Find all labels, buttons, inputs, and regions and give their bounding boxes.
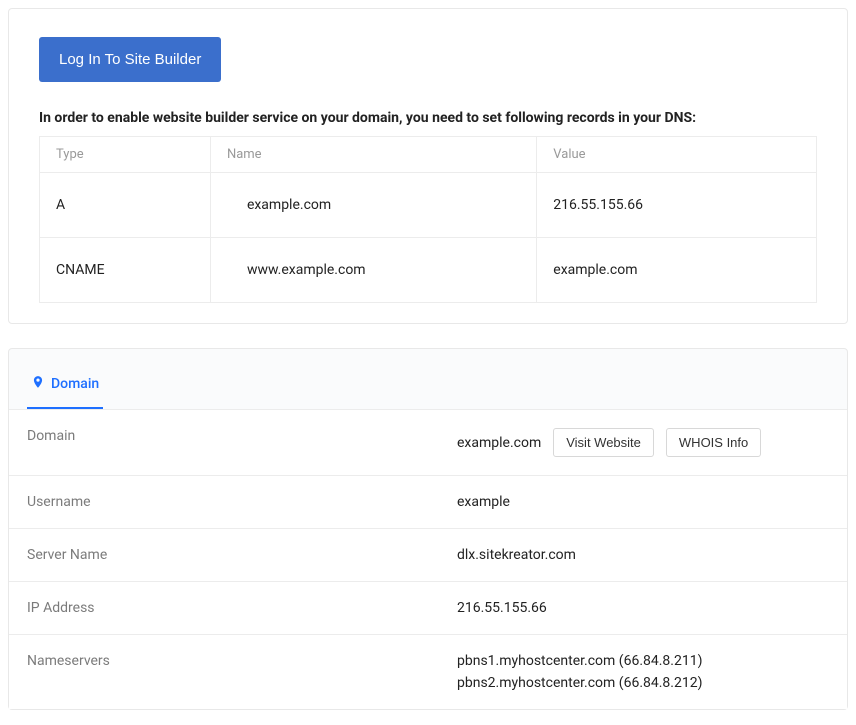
domain-row-server-name: Server Name dlx.sitekreator.com	[9, 528, 847, 581]
dns-type-cell: CNAME	[40, 238, 211, 303]
tab-domain[interactable]: Domain	[27, 367, 103, 409]
info-value-domain: example.com	[457, 435, 541, 451]
dns-value-cell: 216.55.155.66	[537, 173, 817, 238]
dns-col-name: Name	[210, 137, 536, 173]
map-marker-icon	[31, 375, 45, 393]
dns-type-cell: A	[40, 173, 211, 238]
info-value-nameserver: pbns2.myhostcenter.com (66.84.8.212)	[457, 675, 702, 691]
table-row: A example.com 216.55.155.66	[40, 173, 817, 238]
dns-value-cell: example.com	[537, 238, 817, 303]
tab-bar: Domain	[9, 349, 847, 409]
domain-info-card: Domain Domain example.com Visit Website …	[8, 348, 848, 710]
table-row: CNAME www.example.com example.com	[40, 238, 817, 303]
site-builder-card: Log In To Site Builder In order to enabl…	[8, 8, 848, 324]
dns-name-cell: example.com	[210, 173, 536, 238]
tab-domain-label: Domain	[51, 376, 99, 392]
info-value-nameserver: pbns1.myhostcenter.com (66.84.8.211)	[457, 653, 702, 669]
dns-col-type: Type	[40, 137, 211, 173]
info-label-server-name: Server Name	[27, 547, 457, 563]
info-label-ip-address: IP Address	[27, 600, 457, 616]
info-value-ip-address: 216.55.155.66	[457, 600, 547, 616]
info-value-server-name: dlx.sitekreator.com	[457, 547, 576, 563]
dns-name-cell: www.example.com	[210, 238, 536, 303]
info-label-nameservers: Nameservers	[27, 653, 457, 669]
dns-records-table: Type Name Value A example.com 216.55.155…	[39, 136, 817, 303]
domain-row-ip-address: IP Address 216.55.155.66	[9, 581, 847, 634]
domain-row-domain: Domain example.com Visit Website WHOIS I…	[9, 409, 847, 475]
info-label-username: Username	[27, 494, 457, 510]
domain-row-nameservers: Nameservers pbns1.myhostcenter.com (66.8…	[9, 634, 847, 709]
info-label-domain: Domain	[27, 428, 457, 444]
info-value-username: example	[457, 494, 510, 510]
whois-info-button[interactable]: WHOIS Info	[666, 428, 761, 457]
domain-row-username: Username example	[9, 475, 847, 528]
login-site-builder-button[interactable]: Log In To Site Builder	[39, 37, 221, 82]
domain-info-list: Domain example.com Visit Website WHOIS I…	[9, 409, 847, 709]
visit-website-button[interactable]: Visit Website	[553, 428, 654, 457]
dns-instruction-text: In order to enable website builder servi…	[39, 110, 817, 126]
dns-col-value: Value	[537, 137, 817, 173]
